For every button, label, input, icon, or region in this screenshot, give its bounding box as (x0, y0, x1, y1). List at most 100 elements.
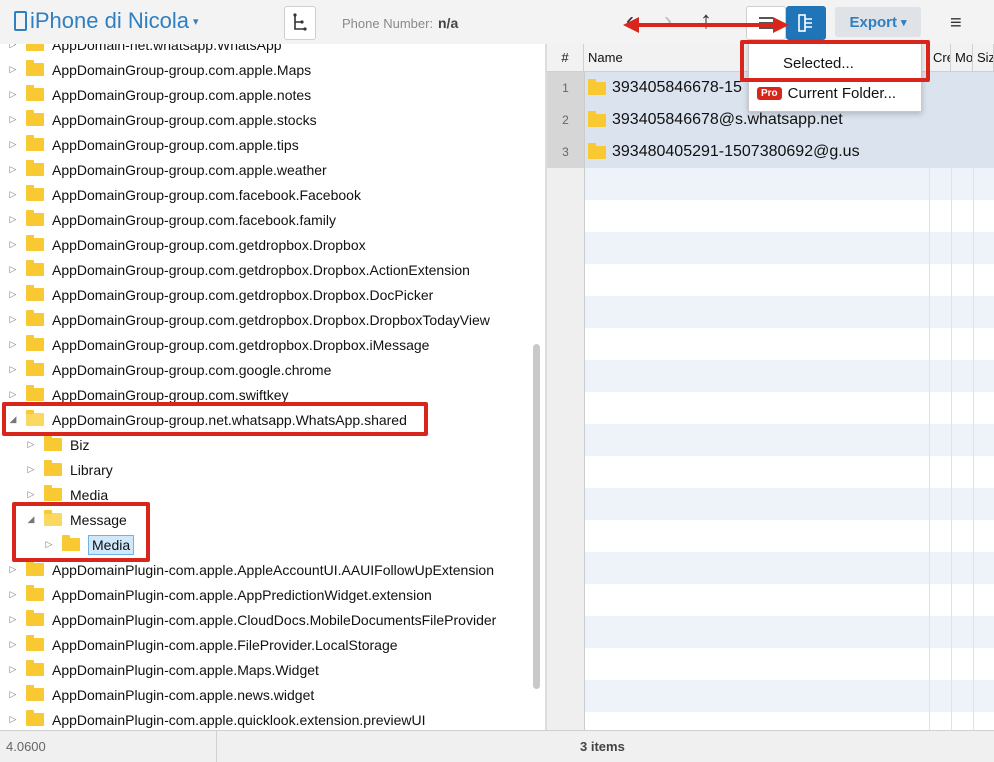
tree-item[interactable]: ▷ AppDomainPlugin-com.apple.news.widget (6, 682, 314, 707)
folder-icon (26, 160, 44, 176)
tree-item[interactable]: ▷ Media (42, 532, 135, 557)
export-dropdown-menu: Selected... Pro Current Folder... (748, 42, 922, 112)
expanded-triangle-icon[interactable]: ◢ (24, 514, 38, 525)
tree-item[interactable]: ◢ Message (24, 507, 127, 532)
collapsed-triangle-icon[interactable]: ▷ (24, 439, 38, 450)
export-button[interactable]: Export ▾ (835, 7, 921, 37)
tree-item[interactable]: ▷ AppDomainPlugin-com.apple.quicklook.ext… (6, 707, 426, 730)
collapsed-triangle-icon[interactable]: ▷ (6, 639, 20, 650)
col-header-created[interactable]: Cre (929, 44, 951, 72)
tree-item[interactable]: ▷ AppDomainGroup-group.com.swiftkey (6, 382, 289, 407)
folder-icon (26, 310, 44, 326)
phone-icon (14, 11, 27, 31)
tree-item[interactable]: ◢ AppDomainGroup-group.net.whatsapp.Whats… (6, 407, 407, 432)
tree-item[interactable]: ▷ AppDomainGroup-group.com.apple.notes (6, 82, 311, 107)
collapsed-triangle-icon[interactable]: ▷ (6, 264, 20, 275)
tree-item[interactable]: ▷ AppDomainPlugin-com.apple.Maps.Widget (6, 657, 319, 682)
collapsed-triangle-icon[interactable]: ▷ (6, 214, 20, 225)
column-divider (929, 392, 930, 424)
collapsed-triangle-icon[interactable]: ▷ (6, 189, 20, 200)
collapsed-triangle-icon[interactable]: ▷ (6, 89, 20, 100)
column-divider (951, 168, 952, 200)
tree-item[interactable]: ▷ AppDomainGroup-group.com.apple.stocks (6, 107, 317, 132)
tree-item-label: AppDomainGroup-group.com.getdropbox.Drop… (52, 261, 470, 278)
tree-item-label: AppDomainPlugin-com.apple.CloudDocs.Mobi… (52, 611, 497, 628)
collapsed-triangle-icon[interactable]: ▷ (6, 164, 20, 175)
tree-item[interactable]: ▷ AppDomainGroup-group.com.getdropbox.Dro… (6, 257, 470, 282)
folder-icon (44, 460, 62, 476)
column-divider (951, 648, 952, 680)
tree-item[interactable]: ▷ AppDomainGroup-group.com.apple.tips (6, 132, 299, 157)
col-header-index[interactable]: # (547, 44, 584, 72)
column-divider (973, 136, 974, 168)
collapsed-triangle-icon[interactable]: ▷ (6, 364, 20, 375)
tree-item[interactable]: ▷ AppDomainGroup-group.com.apple.weather (6, 157, 327, 182)
collapsed-triangle-icon[interactable]: ▷ (6, 589, 20, 600)
collapsed-triangle-icon[interactable]: ▷ (6, 289, 20, 300)
menu-item-current-folder-label: Current Folder... (787, 84, 897, 102)
collapsed-triangle-icon[interactable]: ▷ (6, 614, 20, 625)
tree-item[interactable]: ▷ Library (24, 457, 113, 482)
expanded-triangle-icon[interactable]: ◢ (6, 414, 20, 425)
tree-scrollbar[interactable] (533, 344, 540, 689)
tree-item[interactable]: ▷ AppDomainGroup-group.com.getdropbox.Dro… (6, 307, 490, 332)
tree-item-label: Media (70, 486, 109, 503)
collapsed-triangle-icon[interactable]: ▷ (6, 689, 20, 700)
tree-item[interactable]: ▷ AppDomainPlugin-com.apple.AppPrediction… (6, 582, 432, 607)
collapsed-triangle-icon[interactable]: ▷ (6, 139, 20, 150)
collapsed-triangle-icon[interactable]: ▷ (24, 464, 38, 475)
tree-item[interactable]: ▷ AppDomainGroup-group.com.facebook.Faceb… (6, 182, 361, 207)
column-divider (951, 712, 952, 730)
collapsed-triangle-icon[interactable]: ▷ (6, 389, 20, 400)
tree-item[interactable]: ▷ AppDomainPlugin-com.apple.FileProvider.… (6, 632, 398, 657)
collapsed-triangle-icon[interactable]: ▷ (6, 239, 20, 250)
menu-item-current-folder[interactable]: Pro Current Folder... (749, 79, 921, 107)
tree-item-label: AppDomainGroup-group.com.apple.tips (52, 136, 299, 153)
collapsed-triangle-icon[interactable]: ▷ (6, 64, 20, 75)
tree-item[interactable]: ▷ AppDomainPlugin-com.apple.AppleAccountU… (6, 557, 494, 582)
column-divider (929, 72, 930, 104)
table-row[interactable]: 393480405291-1507380692@g.us (584, 136, 929, 168)
menu-item-selected[interactable]: Selected... (749, 49, 921, 77)
tree-item-label: AppDomainPlugin-com.apple.AppPredictionW… (52, 586, 432, 603)
column-divider (951, 136, 952, 168)
collapsed-triangle-icon[interactable]: ▷ (6, 564, 20, 575)
folder-icon (62, 535, 80, 551)
tree-item[interactable]: ▷ AppDomainGroup-group.com.getdropbox.Dro… (6, 332, 429, 357)
tree-view-button[interactable] (284, 6, 316, 40)
column-view-button[interactable] (786, 6, 826, 40)
collapsed-triangle-icon[interactable]: ▷ (24, 489, 38, 500)
tree-item[interactable]: ▷ AppDomainGroup-group.com.google.chrome (6, 357, 331, 382)
hamburger-menu-icon[interactable]: ≡ (950, 12, 962, 35)
tree-item[interactable]: ▷ Media (24, 482, 108, 507)
collapsed-triangle-icon[interactable]: ▷ (42, 539, 56, 550)
collapsed-triangle-icon[interactable]: ▷ (6, 714, 20, 725)
collapsed-triangle-icon[interactable]: ▷ (6, 314, 20, 325)
row-number-cell-bg (547, 552, 585, 584)
tree-item[interactable]: ▷ AppDomainGroup-group.com.facebook.famil… (6, 207, 336, 232)
tree-item[interactable]: ▷ AppDomain-net.whatsapp.WhatsApp (6, 44, 282, 57)
status-bar: 4.0600 3 items (0, 730, 994, 762)
column-divider (929, 296, 930, 328)
tree-item[interactable]: ▷ AppDomainGroup-group.com.getdropbox.Dro… (6, 232, 366, 257)
tree-item-label: AppDomainGroup-group.com.apple.notes (52, 86, 312, 103)
col-header-modified[interactable]: Mo (951, 44, 973, 72)
column-divider (973, 264, 974, 296)
column-divider (951, 296, 952, 328)
col-header-size[interactable]: Siz (973, 44, 994, 72)
tree-item-label: AppDomainGroup-group.com.apple.stocks (52, 111, 317, 128)
collapsed-triangle-icon[interactable]: ▷ (6, 44, 20, 50)
row-number-cell-bg (547, 392, 585, 424)
tree-item[interactable]: ▷ Biz (24, 432, 89, 457)
tree-item-label: AppDomainPlugin-com.apple.news.widget (52, 686, 315, 703)
column-divider (951, 520, 952, 552)
collapsed-triangle-icon[interactable]: ▷ (6, 114, 20, 125)
device-selector[interactable]: iPhone di Nicola ▾ (14, 8, 199, 34)
column-divider (973, 552, 974, 584)
collapsed-triangle-icon[interactable]: ▷ (6, 339, 20, 350)
tree-item[interactable]: ▷ AppDomainGroup-group.com.apple.Maps (6, 57, 311, 82)
column-divider (973, 584, 974, 616)
tree-item[interactable]: ▷ AppDomainGroup-group.com.getdropbox.Dro… (6, 282, 433, 307)
tree-item[interactable]: ▷ AppDomainPlugin-com.apple.CloudDocs.Mob… (6, 607, 496, 632)
collapsed-triangle-icon[interactable]: ▷ (6, 664, 20, 675)
